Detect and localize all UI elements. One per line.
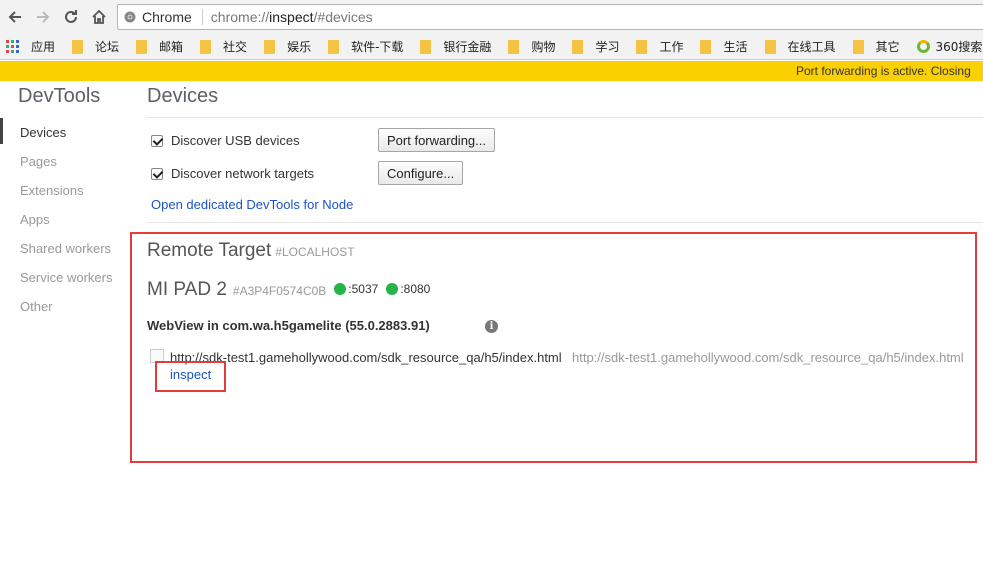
remote-target-highlight	[130, 232, 977, 463]
bookmark-item[interactable]: 其它	[852, 38, 900, 55]
home-button[interactable]	[86, 4, 112, 30]
port-forwarding-button[interactable]: Port forwarding...	[378, 128, 495, 152]
bookmark-label: 邮箱	[159, 40, 184, 54]
url-scheme: chrome://	[210, 9, 270, 25]
bookmark-item[interactable]: 邮箱	[136, 38, 183, 55]
sidebar-item-service-workers[interactable]: Service workers	[20, 270, 112, 285]
bookmark-item[interactable]: 社交	[200, 38, 247, 55]
arrow-right-icon	[37, 11, 50, 23]
bookmark-item[interactable]: 娱乐	[264, 38, 311, 55]
bookmark-item[interactable]: 在线工具	[764, 38, 836, 55]
bookmark-item[interactable]: 购物	[508, 38, 555, 55]
folder-icon	[852, 39, 864, 54]
folder-icon	[328, 39, 340, 54]
page-title: Devices	[147, 85, 219, 107]
url-host: inspect	[269, 9, 314, 25]
sidebar-item-pages[interactable]: Pages	[20, 154, 57, 169]
infobar-text: Port forwarding is active. Closing	[796, 64, 971, 78]
omnibox-separator	[201, 9, 203, 25]
folder-icon	[136, 39, 148, 54]
bookmark-label: 软件-下载	[351, 40, 404, 54]
folder-icon	[200, 39, 212, 54]
omnibox-chip-label: Chrome	[142, 9, 192, 25]
title-divider	[147, 117, 983, 118]
sidebar-item-extensions[interactable]: Extensions	[20, 183, 84, 198]
folder-icon	[636, 39, 648, 54]
bookmark-label: 论坛	[95, 40, 120, 54]
selected-nav-marker	[0, 118, 3, 144]
bookmark-label: 银行金融	[443, 40, 492, 54]
chrome-logo-icon	[124, 11, 136, 23]
reload-icon	[65, 10, 77, 23]
sidebar-item-shared-workers[interactable]: Shared workers	[20, 241, 111, 256]
bookmark-label: 社交	[223, 40, 248, 54]
sidebar-item-apps[interactable]: Apps	[20, 212, 50, 227]
bookmark-label: 工作	[659, 40, 684, 54]
section-divider	[147, 222, 983, 223]
bookmark-label: 其它	[875, 40, 900, 54]
discover-usb-checkbox[interactable]	[151, 134, 163, 147]
bookmark-label: 360搜索	[935, 40, 983, 54]
folder-icon	[764, 39, 776, 54]
port-forwarding-infobar: Port forwarding is active. Closing	[0, 61, 983, 81]
sidebar-title: DevTools	[18, 85, 101, 107]
folder-icon	[264, 39, 276, 54]
home-icon	[92, 9, 106, 24]
bookmark-item[interactable]: 应用	[6, 38, 55, 55]
folder-icon	[72, 39, 84, 54]
bookmark-label: 在线工具	[787, 40, 836, 54]
browser-toolbar: Chrome chrome://inspect/#devices	[0, 0, 983, 34]
folder-icon	[572, 39, 584, 54]
sidebar-item-devices[interactable]: Devices	[20, 125, 66, 140]
bookmark-item[interactable]: 工作	[636, 38, 683, 55]
bookmark-label: 生活	[723, 40, 748, 54]
folder-icon	[420, 39, 432, 54]
bookmarks-bar: 应用论坛邮箱社交娱乐软件-下载银行金融购物学习工作生活在线工具其它360搜索百	[0, 34, 983, 60]
bookmark-label: 娱乐	[287, 40, 312, 54]
omnibox-chip: Chrome	[124, 9, 192, 25]
discover-usb-row: Discover USB devices	[151, 133, 300, 148]
omnibox-url[interactable]: chrome://inspect/#devices	[211, 9, 373, 25]
omnibox[interactable]: Chrome chrome://inspect/#devices	[117, 4, 983, 30]
reload-button[interactable]	[58, 4, 84, 30]
url-path: /#devices	[313, 9, 373, 25]
bookmark-label: 学习	[595, 40, 620, 54]
node-devtools-link[interactable]: Open dedicated DevTools for Node	[151, 197, 353, 212]
back-button[interactable]	[2, 4, 28, 30]
sidebar-item-other[interactable]: Other	[20, 299, 53, 314]
bookmark-item[interactable]: 软件-下载	[328, 38, 403, 55]
discover-network-checkbox[interactable]	[151, 167, 163, 180]
folder-icon	[700, 39, 712, 54]
bookmark-item[interactable]: 学习	[572, 38, 619, 55]
forward-button[interactable]	[30, 4, 56, 30]
folder-icon	[508, 39, 520, 54]
arrow-left-icon	[8, 11, 21, 23]
bookmark-label: 应用	[31, 40, 56, 54]
360-icon	[916, 40, 930, 53]
bookmark-item[interactable]: 论坛	[72, 38, 119, 55]
bookmark-item[interactable]: 360搜索	[916, 38, 983, 55]
bookmark-label: 购物	[531, 40, 556, 54]
bookmark-item[interactable]: 生活	[700, 38, 748, 55]
configure-button[interactable]: Configure...	[378, 161, 464, 185]
apps-grid-icon	[6, 40, 19, 53]
discover-network-row: Discover network targets	[151, 166, 314, 181]
bookmark-item[interactable]: 银行金融	[420, 38, 491, 55]
discover-usb-label: Discover USB devices	[171, 133, 300, 148]
inspect-highlight	[155, 361, 226, 392]
discover-network-label: Discover network targets	[171, 166, 315, 181]
